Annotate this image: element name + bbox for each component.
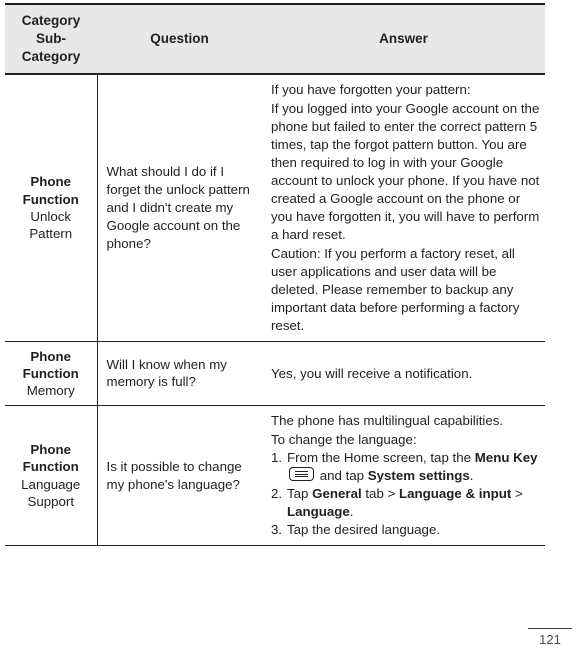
step-text: . — [469, 468, 474, 484]
answer-paragraph: If you have forgotten your pattern: — [271, 82, 471, 98]
header-row: Category Sub- Category Question Answer — [5, 2, 545, 76]
cell-answer: If you have forgotten your pattern: If y… — [262, 74, 545, 342]
table-row: Phone Function Memory Will I know when m… — [5, 341, 545, 407]
table-body: Phone Function Unlock Pattern What shoul… — [5, 74, 545, 546]
category-sub-label-line1: Unlock — [30, 209, 72, 224]
cell-answer: The phone has multilingual capabilities.… — [262, 405, 545, 546]
column-header-category: Category Sub- Category — [5, 2, 97, 76]
step-bold-language-input: Language & input — [399, 486, 512, 502]
category-header-line3: Category — [21, 48, 81, 64]
category-sub-label-line2: Pattern — [29, 226, 73, 242]
answer-paragraph: If you logged into your Google account o… — [271, 101, 540, 242]
step-number: 1. — [271, 450, 283, 466]
step-text: > — [511, 486, 523, 502]
category-main-label: Phone Function — [22, 442, 79, 475]
cell-category: Phone Function Unlock Pattern — [5, 74, 98, 342]
category-sub-label-line1: Language — [21, 476, 81, 492]
step-text: From the Home screen, tap the — [287, 450, 475, 466]
cell-category: Phone Function Memory — [5, 341, 98, 407]
table-header: Category Sub- Category Question Answer — [5, 2, 545, 76]
step-number: 2. — [271, 486, 283, 502]
answer-intro-line1: The phone has multilingual capabilities. — [271, 413, 504, 429]
answer-paragraph: Caution: If you perform a factory reset,… — [271, 245, 520, 333]
step-bold-general: General — [312, 486, 362, 502]
column-header-answer: Answer — [262, 2, 545, 76]
category-sub-label-line2: Support — [27, 493, 75, 509]
page-number: 121 — [528, 628, 572, 647]
category-main-label: Phone Function — [22, 348, 79, 381]
cell-question: Is it possible to change my phone's lang… — [97, 405, 262, 546]
column-header-question: Question — [97, 2, 262, 76]
answer-steps-list: 1. From the Home screen, tap the Menu Key… — [271, 449, 541, 539]
menu-key-icon — [289, 467, 314, 482]
cell-answer: Yes, you will receive a notification. — [262, 341, 545, 407]
manual-page: Category Sub- Category Question Answer P… — [0, 0, 580, 653]
table-row: Phone Function Unlock Pattern What shoul… — [5, 74, 545, 342]
category-sub-label-line1: Memory — [26, 383, 75, 399]
cell-question: What should I do if I forget the unlock … — [97, 74, 262, 342]
step-bold-system-settings: System settings — [367, 468, 470, 484]
category-header-line2: Sub- — [36, 30, 66, 46]
table-row: Phone Function Language Support Is it po… — [5, 405, 545, 546]
faq-table: Category Sub- Category Question Answer P… — [5, 2, 545, 546]
list-item: 2. Tap General tab > Language & input > L… — [271, 485, 541, 521]
step-text: and tap — [316, 468, 368, 484]
step-bold-language: Language — [287, 504, 350, 520]
step-bold-menu-key: Menu Key — [474, 450, 538, 466]
list-item: 1. From the Home screen, tap the Menu Key… — [271, 449, 541, 485]
step-text: tab > — [361, 486, 400, 502]
answer-intro-line2: To change the language: — [271, 432, 417, 448]
category-header-line1: Category — [21, 13, 81, 28]
step-text: Tap the desired language. — [287, 522, 441, 538]
answer-paragraph: Yes, you will receive a notification. — [271, 365, 473, 381]
category-main-label: Phone Function — [22, 174, 79, 207]
list-item: 3. Tap the desired language. — [271, 521, 541, 539]
step-text: Tap — [287, 486, 313, 502]
step-number: 3. — [271, 522, 283, 538]
cell-category: Phone Function Language Support — [5, 405, 98, 546]
step-text: . — [349, 504, 354, 520]
cell-question: Will I know when my memory is full? — [97, 341, 262, 407]
